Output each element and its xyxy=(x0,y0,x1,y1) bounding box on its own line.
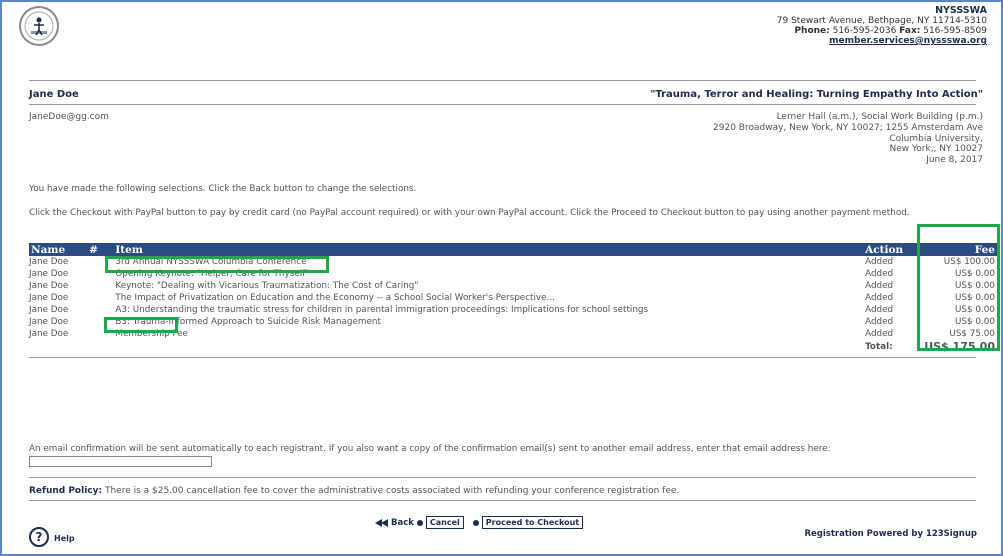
event-date: June 8, 2017 xyxy=(926,155,983,166)
confirmation-text: An email confirmation will be sent autom… xyxy=(29,444,831,454)
org-address: 79 Stewart Avenue, Bethpage, NY 11714-53… xyxy=(776,16,987,26)
table-row: Jane Doe Keynote: "Dealing with Vicariou… xyxy=(29,280,998,292)
cell-name: Jane Doe xyxy=(29,281,69,291)
cell-num xyxy=(89,316,115,328)
org-email-link[interactable]: member.services@nyssswa.org xyxy=(829,36,987,46)
back-button-label: Back xyxy=(391,517,414,528)
proceed-to-checkout-button[interactable]: Proceed to Checkout xyxy=(481,516,584,529)
radio-dot-icon xyxy=(472,519,479,526)
table-row: Jane Doe The Impact of Privatization on … xyxy=(29,292,998,304)
refund-policy-text: There is a $25.00 cancellation fee to co… xyxy=(102,486,680,496)
venue-line: New York,, NY 10027 xyxy=(889,144,983,155)
cell-action: Added xyxy=(865,257,894,267)
divider-top xyxy=(29,80,976,81)
cell-name: Jane Doe xyxy=(29,305,69,315)
col-fee-header: Fee xyxy=(924,243,998,256)
cell-num xyxy=(89,292,115,304)
cell-name: Jane Doe xyxy=(29,317,69,327)
cell-item: Membership Fee xyxy=(115,329,188,339)
cell-fee: US$ 75.00 xyxy=(949,329,995,339)
total-value: US$ 175.00 xyxy=(924,340,995,353)
table-row: Jane Doe A3: Understanding the traumatic… xyxy=(29,304,998,316)
venue-line: Columbia University, xyxy=(889,133,983,144)
cell-name: Jane Doe xyxy=(29,329,69,339)
cell-action: Added xyxy=(865,305,894,315)
cell-num xyxy=(89,256,115,268)
phone-value: 516-595-2036 xyxy=(832,26,897,36)
event-title: "Trauma, Terror and Healing: Turning Emp… xyxy=(650,89,983,100)
refund-policy: Refund Policy: There is a $25.00 cancell… xyxy=(29,486,679,496)
total-row: Total: US$ 175.00 xyxy=(29,340,998,353)
help-link[interactable]: Help xyxy=(54,534,75,543)
powered-by-text: Registration Powered by 123Signup xyxy=(804,529,977,539)
cell-action: Added xyxy=(865,317,894,327)
selections-table: Name # Item Action Fee Jane Doe 3rd Annu… xyxy=(29,243,998,353)
cell-fee: US$ 0.00 xyxy=(954,281,995,291)
total-label: Total: xyxy=(865,341,893,352)
table-header-row: Name # Item Action Fee xyxy=(29,243,998,256)
cell-action: Added xyxy=(865,281,894,291)
table-row: Jane Doe 3rd Annual NYSSSWA Columbia Con… xyxy=(29,256,998,268)
refund-policy-label: Refund Policy: xyxy=(29,486,103,496)
confirmation-email-input[interactable] xyxy=(29,456,212,467)
nyssswa-logo-icon xyxy=(19,6,59,46)
cell-name: Jane Doe xyxy=(29,293,69,303)
radio-dot-icon xyxy=(416,519,423,526)
cell-item: Opening Keynote: "Helper, Care for Thyse… xyxy=(115,269,310,279)
cell-name: Jane Doe xyxy=(29,269,69,279)
instructions-checkout: Click the Checkout with PayPal button to… xyxy=(29,208,910,218)
table-row: Jane Doe Membership Fee Added US$ 75.00 xyxy=(29,328,998,340)
venue-line: Lerner Hall (a.m.), Social Work Building… xyxy=(776,112,983,122)
cell-item: 3rd Annual NYSSSWA Columbia Conference xyxy=(115,257,307,267)
fax-label: Fax: xyxy=(899,26,921,36)
cell-item: B3: Trauma-Informed Approach to Suicide … xyxy=(115,317,381,327)
cell-item: The Impact of Privatization on Education… xyxy=(115,293,555,303)
col-name-header: Name xyxy=(29,243,90,256)
instructions-selections: You have made the following selections. … xyxy=(29,184,417,194)
help-icon[interactable]: ? xyxy=(29,527,49,547)
col-item-header: Item xyxy=(115,243,866,256)
cell-name: Jane Doe xyxy=(29,257,69,267)
cell-item: A3: Understanding the traumatic stress f… xyxy=(115,305,649,315)
nav-buttons: Back Cancel Proceed to Checkout xyxy=(375,516,584,529)
cell-action: Added xyxy=(865,293,894,303)
cell-num xyxy=(89,280,115,292)
org-contact: NYSSSWA 79 Stewart Avenue, Bethpage, NY … xyxy=(776,5,987,47)
cell-fee: US$ 0.00 xyxy=(954,269,995,279)
cell-fee: US$ 0.00 xyxy=(954,305,995,315)
back-button[interactable]: Back xyxy=(375,518,414,528)
venue-line: 2920 Broadway, New York, NY 10027; 1255 … xyxy=(713,122,983,133)
fax-value: 516-595-8509 xyxy=(923,26,987,36)
cell-fee: US$ 0.00 xyxy=(954,317,995,327)
divider-table xyxy=(29,357,976,358)
org-phone-fax: Phone: 516-595-2036 Fax: 516-595-8509 xyxy=(777,26,987,36)
phone-label: Phone: xyxy=(794,26,830,36)
org-name: NYSSSWA xyxy=(935,5,987,16)
registrant-name: Jane Doe xyxy=(29,89,79,100)
cell-fee: US$ 0.00 xyxy=(954,293,995,303)
cell-action: Added xyxy=(865,269,894,279)
cell-fee: US$ 100.00 xyxy=(943,257,995,267)
event-venue: Lerner Hall (a.m.), Social Work Building… xyxy=(713,112,983,166)
table-row: Jane Doe Opening Keynote: "Helper, Care … xyxy=(29,268,998,280)
registrant-email: JaneDoe@gg.com xyxy=(29,112,109,122)
cell-num xyxy=(89,328,115,340)
cell-action: Added xyxy=(865,329,894,339)
col-action-header: Action xyxy=(865,243,925,256)
col-num-header: # xyxy=(89,243,116,256)
divider-confirmation xyxy=(29,477,976,478)
cell-num xyxy=(89,304,115,316)
divider-refund xyxy=(29,500,976,501)
cancel-button[interactable]: Cancel xyxy=(425,516,464,529)
cell-num xyxy=(89,268,115,280)
table-row: Jane Doe B3: Trauma-Informed Approach to… xyxy=(29,316,998,328)
back-arrow-icon xyxy=(375,518,388,527)
divider-header xyxy=(29,104,976,105)
cell-item: Keynote: "Dealing with Vicarious Traumat… xyxy=(115,281,419,291)
